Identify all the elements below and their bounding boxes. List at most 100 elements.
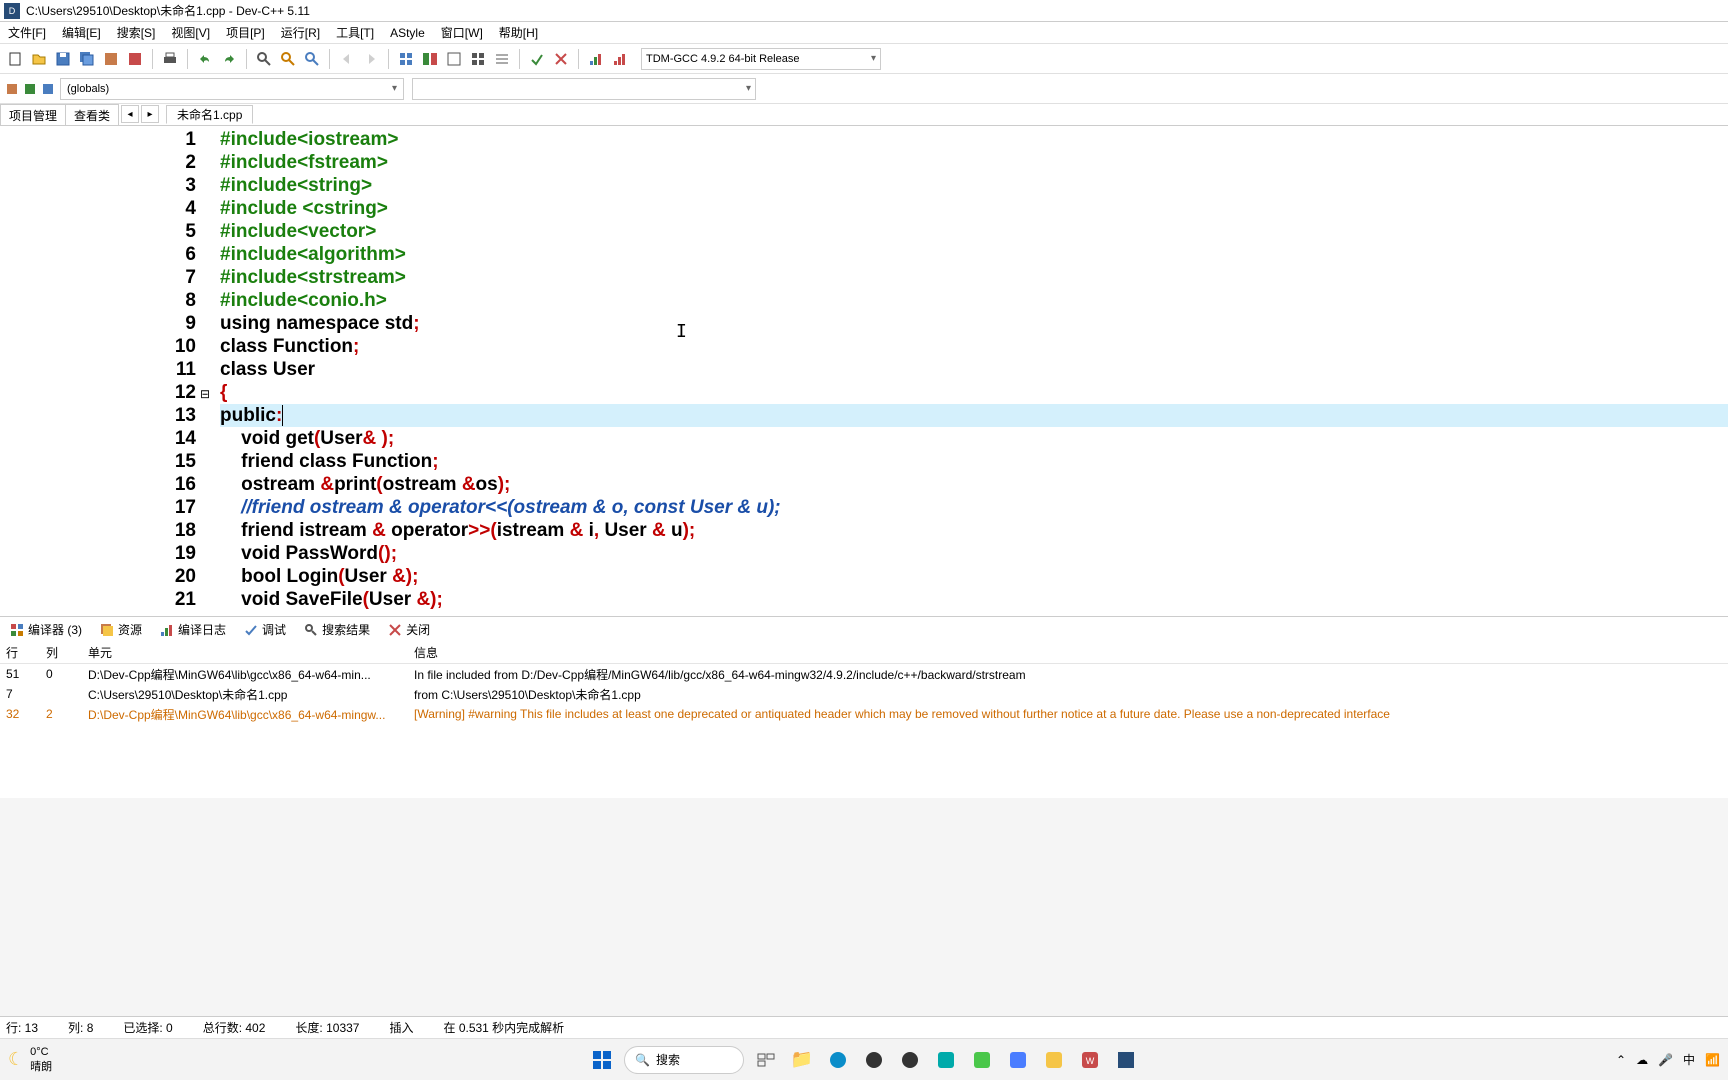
profile-icon[interactable] xyxy=(585,48,607,70)
code-line[interactable]: #include<string> xyxy=(220,174,1728,197)
code-line[interactable]: bool Login(User &); xyxy=(220,565,1728,588)
col-line[interactable]: 行 xyxy=(0,644,40,661)
tab-resources[interactable]: 资源 xyxy=(94,621,148,638)
ime-indicator[interactable]: 中 xyxy=(1683,1051,1695,1068)
start-icon[interactable] xyxy=(588,1046,616,1074)
compiler-row[interactable]: 322D:\Dev-Cpp编程\MinGW64\lib\gcc\x86_64-w… xyxy=(0,704,1728,724)
task-view-icon[interactable] xyxy=(752,1046,780,1074)
app-icon-2[interactable] xyxy=(896,1046,924,1074)
code-line[interactable]: #include<fstream> xyxy=(220,151,1728,174)
run-icon[interactable] xyxy=(443,48,465,70)
wifi-icon[interactable]: 📶 xyxy=(1705,1053,1720,1067)
code-area[interactable]: #include<iostream>#include<fstream>#incl… xyxy=(220,126,1728,616)
replace-icon[interactable] xyxy=(277,48,299,70)
wps-icon[interactable]: W xyxy=(1076,1046,1104,1074)
code-line[interactable]: class User xyxy=(220,358,1728,381)
code-line[interactable]: void get(User& ); xyxy=(220,427,1728,450)
app-icon-1[interactable] xyxy=(860,1046,888,1074)
edge-icon[interactable] xyxy=(824,1046,852,1074)
close-file-icon[interactable] xyxy=(124,48,146,70)
app-icon-3[interactable] xyxy=(932,1046,960,1074)
menu-run[interactable]: 运行[R] xyxy=(273,24,328,41)
go-back-icon[interactable] xyxy=(336,48,358,70)
menu-tools[interactable]: 工具[T] xyxy=(328,24,382,41)
undo-icon[interactable] xyxy=(194,48,216,70)
app-icon-5[interactable] xyxy=(1004,1046,1032,1074)
secondary-toolbar: (globals) ▾ ▾ xyxy=(0,74,1728,104)
open-file-icon[interactable] xyxy=(28,48,50,70)
code-line[interactable]: { xyxy=(220,381,1728,404)
print-icon[interactable] xyxy=(159,48,181,70)
code-line[interactable]: void SaveFile(User &); xyxy=(220,588,1728,611)
code-line[interactable]: ostream &print(ostream &os); xyxy=(220,473,1728,496)
toggle-bookmark-icon[interactable] xyxy=(395,48,417,70)
compiler-row[interactable]: 7C:\Users\29510\Desktop\未命名1.cpp from C:… xyxy=(0,684,1728,704)
mic-icon[interactable]: 🎤 xyxy=(1658,1053,1673,1067)
stop-debug-icon[interactable] xyxy=(550,48,572,70)
compiler-row[interactable]: 510D:\Dev-Cpp编程\MinGW64\lib\gcc\x86_64-w… xyxy=(0,664,1728,684)
scope-select[interactable]: (globals) ▾ xyxy=(60,78,404,100)
rebuild-icon[interactable] xyxy=(491,48,513,70)
find-in-files-icon[interactable] xyxy=(301,48,323,70)
compile-run-icon[interactable] xyxy=(467,48,489,70)
menu-astyle[interactable]: AStyle xyxy=(382,26,433,40)
tray-chevron-icon[interactable]: ⌃ xyxy=(1616,1053,1626,1067)
compile-icon[interactable] xyxy=(419,48,441,70)
code-line[interactable]: using namespace std; xyxy=(220,312,1728,335)
prev-bookmark-icon[interactable] xyxy=(40,81,56,97)
save-icon[interactable] xyxy=(52,48,74,70)
code-line[interactable]: public: xyxy=(220,404,1728,427)
menu-help[interactable]: 帮助[H] xyxy=(491,24,546,41)
menu-view[interactable]: 视图[V] xyxy=(163,24,218,41)
code-line[interactable]: #include<vector> xyxy=(220,220,1728,243)
tab-compile-log[interactable]: 编译日志 xyxy=(154,621,232,638)
code-line[interactable]: #include<iostream> xyxy=(220,128,1728,151)
menu-window[interactable]: 窗口[W] xyxy=(433,24,491,41)
code-line[interactable]: friend class Function; xyxy=(220,450,1728,473)
devcpp-taskbar-icon[interactable] xyxy=(1112,1046,1140,1074)
app-icon-6[interactable] xyxy=(1040,1046,1068,1074)
explorer-icon[interactable]: 📁 xyxy=(788,1046,816,1074)
app-icon-4[interactable] xyxy=(968,1046,996,1074)
file-tab[interactable]: 未命名1.cpp xyxy=(166,105,253,124)
member-select[interactable]: ▾ xyxy=(412,78,756,100)
delete-profile-icon[interactable] xyxy=(609,48,631,70)
col-col[interactable]: 列 xyxy=(40,644,82,661)
col-msg[interactable]: 信息 xyxy=(408,644,1728,661)
code-line[interactable]: class Function; xyxy=(220,335,1728,358)
next-bookmark-icon[interactable] xyxy=(22,81,38,97)
nav-prev-icon[interactable]: ◂ xyxy=(121,105,139,123)
tab-debug[interactable]: 调试 xyxy=(238,621,292,638)
code-editor[interactable]: 123456789101112⊟131415161718192021 #incl… xyxy=(0,126,1728,616)
go-forward-icon[interactable] xyxy=(360,48,382,70)
code-line[interactable]: void PassWord(); xyxy=(220,542,1728,565)
menu-file[interactable]: 文件[F] xyxy=(0,24,54,41)
taskbar-search[interactable]: 🔍 搜索 xyxy=(624,1046,744,1074)
goto-bookmark-icon[interactable] xyxy=(4,81,20,97)
tab-search-results[interactable]: 搜索结果 xyxy=(298,621,376,638)
cloud-icon[interactable]: ☁ xyxy=(1636,1053,1648,1067)
tab-compiler[interactable]: 编译器 (3) xyxy=(4,621,88,638)
menu-search[interactable]: 搜索[S] xyxy=(109,24,164,41)
tab-project[interactable]: 项目管理 xyxy=(0,104,66,125)
compiler-select[interactable]: TDM-GCC 4.9.2 64-bit Release ▾ xyxy=(641,48,881,70)
col-unit[interactable]: 单元 xyxy=(82,644,408,661)
nav-next-icon[interactable]: ▸ xyxy=(141,105,159,123)
save-as-icon[interactable] xyxy=(100,48,122,70)
save-all-icon[interactable] xyxy=(76,48,98,70)
code-line[interactable]: #include <cstring> xyxy=(220,197,1728,220)
code-line[interactable]: #include<algorithm> xyxy=(220,243,1728,266)
menu-edit[interactable]: 编辑[E] xyxy=(54,24,109,41)
code-line[interactable]: #include<conio.h> xyxy=(220,289,1728,312)
redo-icon[interactable] xyxy=(218,48,240,70)
menu-project[interactable]: 项目[P] xyxy=(218,24,273,41)
debug-check-icon[interactable] xyxy=(526,48,548,70)
code-line[interactable]: //friend ostream & operator<<(ostream & … xyxy=(220,496,1728,519)
code-line[interactable]: friend istream & operator>>(istream & i,… xyxy=(220,519,1728,542)
new-file-icon[interactable] xyxy=(4,48,26,70)
weather-widget[interactable]: ☾ 0°C 晴朗 xyxy=(8,1046,52,1074)
find-icon[interactable] xyxy=(253,48,275,70)
tab-classview[interactable]: 查看类 xyxy=(65,104,119,125)
tab-close[interactable]: 关闭 xyxy=(382,621,436,638)
code-line[interactable]: #include<strstream> xyxy=(220,266,1728,289)
